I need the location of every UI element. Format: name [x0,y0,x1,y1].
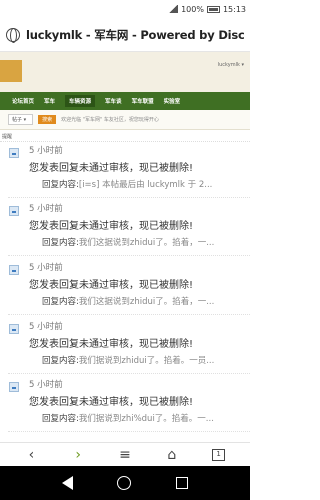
system-nav-bar [0,466,250,500]
notification-icon [9,382,19,392]
nav-item-lab[interactable]: 实验室 [164,97,181,105]
notification-icon [9,324,19,334]
notification-time: 5 小时前 [29,146,63,156]
section-title: 提醒 [0,130,250,142]
search-type-select[interactable]: 帖子 ▾ [8,114,34,125]
divider [8,314,250,315]
reply-label: 回复内容: [42,180,79,190]
notification-message: 您发表回复未通过审核，现已被删除! [29,397,194,408]
site-notice: 欢迎光临 "军车网" 车友社区，祝您玩得开心 [61,117,159,123]
notification-item[interactable]: 5 小时前 您发表回复未通过审核，现已被删除! 回复内容:我们据说到zhidui… [0,318,250,376]
notification-item[interactable]: 5 小时前 您发表回复未通过审核，现已被删除! 回复内容:我们据说到zhi%du… [0,376,250,434]
site-logo [0,60,22,82]
notification-message: 您发表回复未通过审核，现已被删除! [29,339,194,350]
reply-content: 我们这据说到zhidui了。掐着，一... [78,238,215,248]
chevron-right-icon[interactable]: › [68,445,88,465]
notification-time: 5 小时前 [29,263,63,273]
nav-item-military-vehicles[interactable]: 军车 [44,97,55,105]
reply-label: 回复内容: [42,414,79,424]
user-menu-link[interactable]: luckymlk ▾ [218,62,244,68]
notification-message: 您发表回复未通过审核，现已被删除! [29,163,194,174]
notification-list: 5 小时前 您发表回复未通过审核，现已被删除! 回复内容:[i=s] 本帖最后由… [0,142,250,442]
home-icon[interactable]: ⌂ [162,445,182,465]
reply-preview[interactable]: 回复内容:[i=s] 本帖最后由 luckymlk 于 2... [42,178,250,190]
notification-item[interactable]: 5 小时前 您发表回复未通过审核，现已被删除! 回复内容:我们这据说到zhidu… [0,200,250,258]
notification-icon [9,148,19,158]
back-icon[interactable] [62,476,74,490]
site-nav: 论坛首页 军车 车辆资源 军车谈 军车联盟 实验室 [0,92,250,110]
divider [8,431,250,432]
divider [8,255,250,256]
site-header: luckymlk ▾ [0,52,250,92]
reply-preview[interactable]: 回复内容:我们这据说到zhidui了。掐着，一... [42,236,250,248]
chevron-left-icon[interactable]: ‹ [21,445,41,465]
globe-icon [6,27,20,43]
home-circle-icon[interactable] [117,476,132,490]
recent-apps-icon[interactable] [175,477,188,489]
notification-message: 您发表回复未通过审核，现已被删除! [29,280,194,291]
reply-content: [i=s] 本帖最后由 luckymlk 于 2... [78,180,213,190]
reply-label: 回复内容: [42,297,79,307]
reply-label: 回复内容: [42,356,79,366]
page-title: luckymlk - 军车网 - Powered by Discuz! [26,27,244,42]
reply-label: 回复内容: [42,238,79,248]
battery-percent: 100% [181,4,204,14]
divider [8,197,250,198]
nav-item-home[interactable]: 论坛首页 [12,97,34,105]
tabs-button[interactable]: 1 [209,445,229,465]
status-bar: 100% 15:13 [0,0,250,18]
tabs-icon: 1 [212,448,226,461]
notification-item[interactable]: 5 小时前 您发表回复未通过审核，现已被删除! 回复内容:我们这据说到zhidu… [0,259,250,317]
notification-time: 5 小时前 [29,322,63,332]
nav-item-talk[interactable]: 军车谈 [105,97,122,105]
reply-preview[interactable]: 回复内容:我们据说到zhidui了。掐着。一员... [42,354,250,366]
address-bar[interactable]: luckymlk - 军车网 - Powered by Discuz! [0,18,250,52]
search-button[interactable]: 搜索 [38,115,57,124]
notification-time: 5 小时前 [29,380,63,390]
notification-item[interactable]: 5 小时前 您发表回复未通过审核，现已被删除! 回复内容:[i=s] 本帖最后由… [0,142,250,200]
reply-content: 我们据说到zhi%dui了。掐着。一... [78,414,214,424]
nav-item-vehicle-resources[interactable]: 车辆资源 [65,95,96,107]
divider [8,373,250,374]
reply-preview[interactable]: 回复内容:我们据说到zhi%dui了。掐着。一... [42,412,250,424]
search-bar: 帖子 ▾ 搜索 欢迎光临 "军车网" 车友社区，祝您玩得开心 [0,110,250,130]
signal-icon [168,5,179,13]
battery-icon [206,5,220,13]
notification-time: 5 小时前 [29,204,63,214]
reply-preview[interactable]: 回复内容:我们这据说到zhidui了。掐着，一... [42,295,250,307]
reply-content: 我们这据说到zhidui了。掐着，一... [78,297,215,307]
reply-content: 我们据说到zhidui了。掐着。一员... [78,356,215,366]
menu-icon[interactable]: ≡ [115,445,135,465]
notification-icon [9,206,19,216]
notification-message: 您发表回复未通过审核，现已被删除! [29,221,194,232]
clock: 15:13 [222,4,246,14]
nav-item-alliance[interactable]: 军车联盟 [132,97,154,105]
notification-icon [9,265,19,275]
browser-toolbar: ‹ › ≡ ⌂ 1 [0,442,250,466]
